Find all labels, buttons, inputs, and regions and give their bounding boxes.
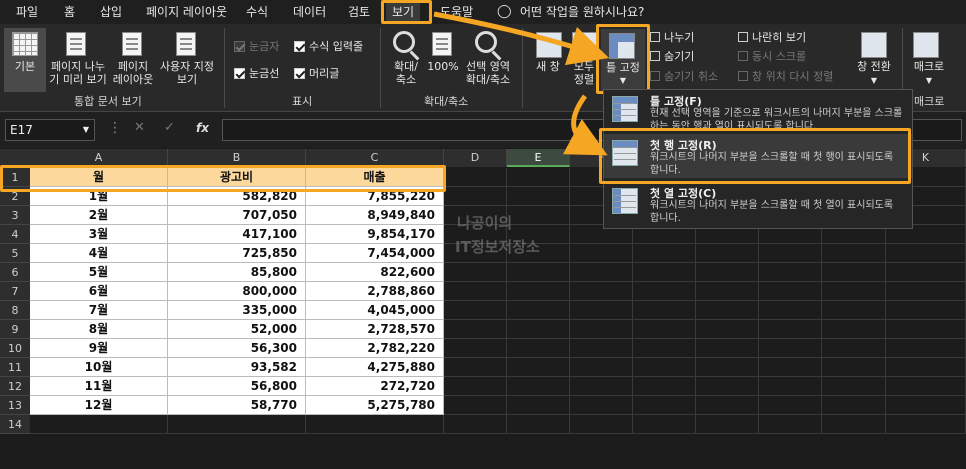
arrow-to-first-row-option [562,94,608,156]
arrow-to-freeze-button [433,11,610,66]
annotation-arrows [433,11,610,156]
